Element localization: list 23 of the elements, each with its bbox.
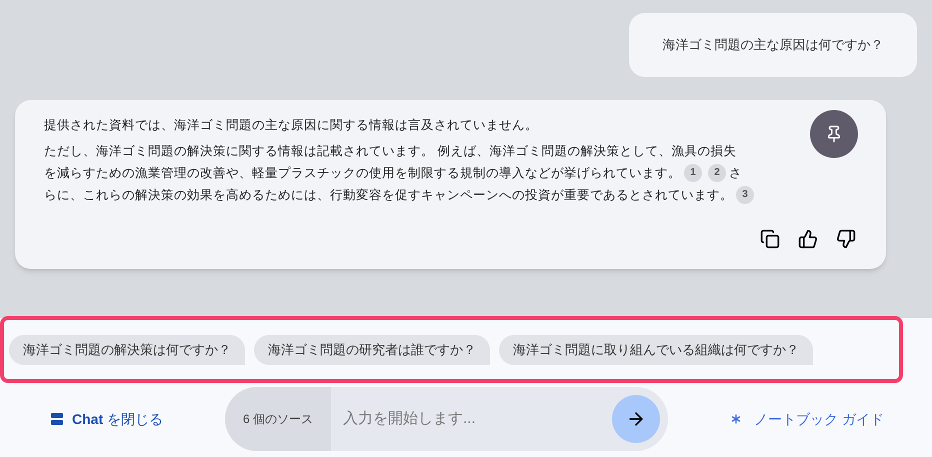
response-text: らに、これらの解決策の効果を高めるためには、行動変容を促すキャンペーンへの投資が重要であるとされています。 — [44, 186, 733, 204]
suggestion-chip[interactable]: 海洋ゴミ問題に取り組んでいる組織は何ですか？ — [499, 334, 813, 364]
user-message: 海洋ゴミ問題の主な原因は何ですか？ — [629, 13, 917, 76]
thumbs-up-button[interactable] — [798, 228, 818, 248]
citation-badge[interactable]: 3 — [736, 186, 754, 204]
suggestion-chip[interactable]: 海洋ゴミ問題の研究者は誰ですか？ — [254, 334, 490, 364]
sources-label[interactable]: 6 個のソース — [225, 387, 332, 451]
suggestion-chip[interactable]: 海洋ゴミ問題の解決策は何ですか？ — [9, 334, 245, 364]
pin-button[interactable] — [810, 110, 858, 158]
pin-icon — [825, 124, 843, 142]
response-text: ただし、海洋ゴミ問題の解決策に関する情報は記載されています。 例えば、海洋ゴミ問題の解決策として、漁具の損失 — [44, 142, 736, 160]
response-text: さ — [729, 164, 742, 182]
close-chat-button[interactable]: Chat を閉じる — [50, 408, 225, 430]
citation-badge[interactable]: 2 — [708, 164, 726, 182]
response-text: を減らすための漁業管理の改善や、軽量プラスチックの使用を制限する規制の導入などが挙げられています。 — [44, 164, 681, 182]
thumbs-down-button[interactable] — [836, 228, 856, 248]
send-button[interactable] — [612, 395, 660, 443]
citation-badge[interactable]: 1 — [684, 164, 702, 182]
chat-input-field[interactable]: 入力を開始します... — [331, 408, 612, 430]
panel-icon — [50, 412, 64, 426]
notebook-guide-button[interactable]: ノートブック ガイド — [728, 408, 884, 430]
copy-button[interactable] — [760, 228, 780, 248]
response-text: 提供された資料では、海洋ゴミ問題の主な原因に関する情報は言及されていません。 — [44, 116, 538, 134]
